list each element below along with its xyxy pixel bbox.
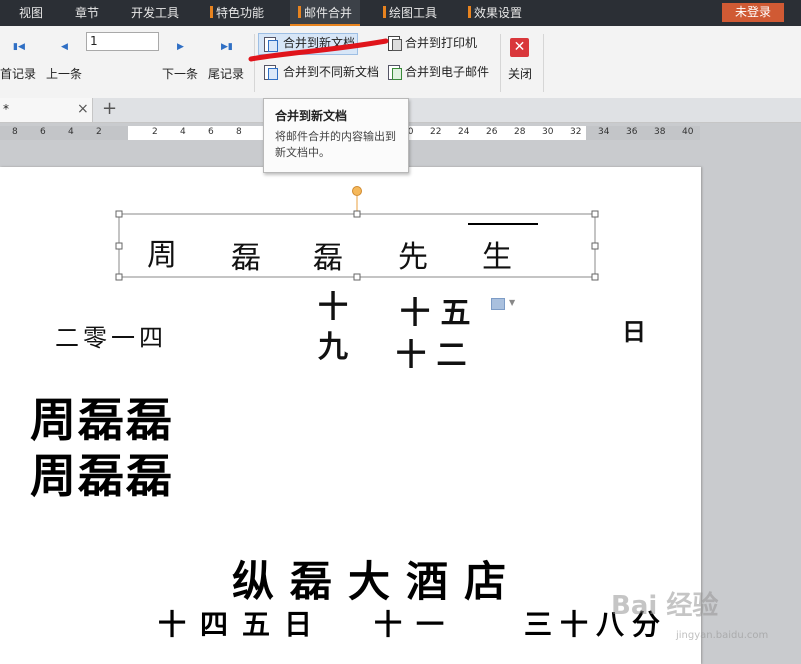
venue-char: 店 [464, 557, 523, 606]
bottom-char: 四 [200, 608, 243, 641]
tooltip-title: 合并到新文档 [275, 109, 348, 123]
top-right-char: 五 [440, 296, 471, 331]
header-char: 周 [147, 238, 177, 273]
bottom-char: 十 [158, 608, 201, 641]
venue-char: 大 [348, 557, 407, 606]
name-row: 周磊磊 [30, 440, 174, 506]
baidu-watermark-url: jingyan.baidu.com [676, 630, 769, 641]
name-char: 周 [30, 449, 78, 503]
bottom-left-line: 十四五日 [158, 603, 326, 643]
header-char: 先 [398, 240, 428, 275]
year-line: 二零一四 [55, 318, 167, 353]
right-date-char: 日 [622, 317, 646, 346]
name-char: 周 [30, 393, 78, 447]
day-char: 十 [396, 338, 426, 373]
bottom-char: 三 [524, 608, 561, 641]
year-char: 二 [55, 324, 83, 352]
day-char: 二 [436, 338, 467, 373]
name-char: 磊 [126, 393, 174, 447]
name-char: 磊 [78, 449, 126, 503]
bottom-char: 一 [416, 608, 459, 641]
venue-line: 纵磊大酒店 [232, 548, 522, 609]
month-char: 十 [318, 290, 348, 325]
bottom-char: 十 [560, 608, 597, 641]
tooltip-body: 将邮件合并的内容输出到新文档中。 [275, 130, 396, 159]
bottom-char: 十 [374, 608, 417, 641]
dropdown-arrow-icon[interactable]: ▼ [509, 298, 515, 307]
year-char: 一 [111, 324, 139, 352]
name-char: 磊 [126, 449, 174, 503]
year-char: 四 [139, 324, 167, 352]
bottom-char: 日 [284, 608, 327, 641]
top-right-chars: 十 五 [400, 288, 470, 332]
bottom-mid-line: 十一 [374, 603, 458, 643]
bottom-char: 五 [242, 608, 285, 641]
top-right-char: 十 [400, 296, 430, 331]
baidu-watermark: Bai 经验 [611, 591, 719, 621]
header-char: 磊 [313, 241, 343, 276]
tooltip-merge-new-doc: 合并到新文档 将邮件合并的内容输出到新文档中。 [263, 98, 409, 173]
month-char: 九 [318, 330, 348, 365]
day-chars: 十 二 [396, 330, 466, 374]
header-char: 磊 [231, 241, 261, 276]
venue-char: 酒 [406, 557, 465, 606]
name-char: 磊 [78, 393, 126, 447]
month-column: 十 九 [318, 288, 350, 368]
venue-char: 纵 [232, 557, 291, 606]
header-char: 生 [482, 240, 512, 275]
layout-options-icon[interactable] [491, 298, 505, 310]
year-char: 零 [83, 324, 111, 352]
venue-char: 磊 [290, 557, 349, 606]
